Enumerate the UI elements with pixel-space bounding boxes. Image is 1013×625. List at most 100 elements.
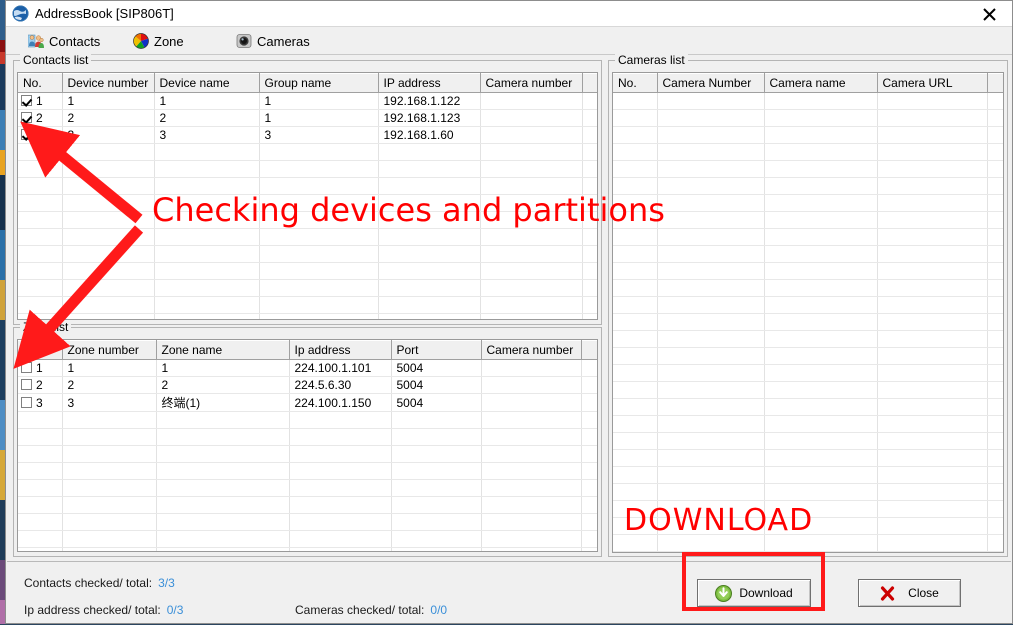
table-empty-row xyxy=(613,483,1003,501)
empty-cell xyxy=(62,262,155,280)
empty-cell xyxy=(613,109,658,127)
zone-col-zonenumber[interactable]: Zone number xyxy=(62,340,157,360)
table-header-row[interactable]: No. Camera Number Camera name Camera URL xyxy=(613,73,1003,93)
status-cameras-label: Cameras checked/ total: xyxy=(295,603,425,617)
empty-cell xyxy=(613,364,658,382)
empty-cell xyxy=(62,496,157,514)
empty-cell xyxy=(156,479,290,497)
empty-cell xyxy=(657,330,765,348)
cell-zone_name: 2 xyxy=(156,376,290,394)
empty-cell xyxy=(289,530,392,548)
empty-cell xyxy=(877,517,988,535)
empty-cell xyxy=(156,547,290,551)
empty-cell xyxy=(154,279,260,297)
empty-cell xyxy=(987,109,1003,127)
status-ip-label: Ip address checked/ total: xyxy=(24,603,161,617)
table-row[interactable]: 1 1 1 224.100.1.101 5004 xyxy=(18,359,597,377)
zone-col-zonename[interactable]: Zone name xyxy=(156,340,290,360)
row-checkbox[interactable] xyxy=(21,129,32,140)
empty-cell xyxy=(18,262,63,280)
table-empty-row xyxy=(613,398,1003,416)
contacts-col-devicenumber[interactable]: Device number xyxy=(62,73,155,93)
contacts-col-no[interactable]: No. xyxy=(18,73,63,93)
zone-table[interactable]: No. Zone number Zone name Ip address Port Cam… xyxy=(17,339,598,552)
zone-col-cameranumber[interactable]: Camera number xyxy=(481,340,582,360)
cameras-table[interactable]: No. Camera Number Camera name Camera URL xyxy=(612,72,1004,553)
empty-cell xyxy=(581,513,597,531)
table-header-row[interactable]: No. Zone number Zone name Ip address Port Cam… xyxy=(18,340,597,360)
toolbar-item-zone[interactable]: Zone xyxy=(133,29,184,53)
empty-cell xyxy=(259,313,379,319)
contacts-list-title: Contacts list xyxy=(20,53,92,67)
empty-cell xyxy=(289,547,392,551)
empty-cell xyxy=(480,143,583,161)
empty-cell xyxy=(62,177,155,195)
contacts-col-spacer[interactable] xyxy=(582,73,597,93)
row-checkbox-cell: 3 xyxy=(18,126,63,144)
cameras-col-cameraurl[interactable]: Camera URL xyxy=(877,73,988,93)
empty-cell xyxy=(378,160,481,178)
empty-cell xyxy=(764,177,878,195)
close-window-button[interactable] xyxy=(967,1,1012,26)
empty-cell xyxy=(156,445,290,463)
empty-cell xyxy=(657,432,765,450)
table-empty-row xyxy=(613,449,1003,467)
table-empty-row xyxy=(613,228,1003,246)
empty-cell xyxy=(481,462,582,480)
table-empty-row xyxy=(613,109,1003,127)
empty-cell xyxy=(877,483,988,501)
row-checkbox[interactable] xyxy=(21,362,32,373)
empty-cell xyxy=(480,228,583,246)
zone-color-wheel-icon xyxy=(133,33,149,49)
table-row[interactable]: 2 2 2 1 192.168.1.123 xyxy=(18,109,597,127)
contacts-col-ipaddress[interactable]: IP address xyxy=(378,73,481,93)
empty-cell xyxy=(613,432,658,450)
table-row[interactable]: 3 3 终端(1) 224.100.1.150 5004 xyxy=(18,393,597,412)
camera-icon xyxy=(236,33,252,49)
empty-cell xyxy=(877,313,988,331)
cell-ip_address: 224.100.1.101 xyxy=(289,359,392,377)
empty-cell xyxy=(657,126,765,144)
empty-cell xyxy=(613,279,658,297)
toolbar-item-cameras[interactable]: Cameras xyxy=(236,29,310,53)
table-empty-row xyxy=(613,364,1003,382)
contacts-col-groupname[interactable]: Group name xyxy=(259,73,379,93)
row-checkbox[interactable] xyxy=(21,95,32,106)
zone-list-title: Zone list xyxy=(20,320,72,334)
empty-cell xyxy=(18,177,63,195)
empty-cell xyxy=(987,415,1003,433)
empty-cell xyxy=(657,262,765,280)
row-checkbox[interactable] xyxy=(21,379,32,390)
table-row[interactable]: 3 3 3 3 192.168.1.60 xyxy=(18,126,597,144)
zone-col-no[interactable]: No. xyxy=(18,340,63,360)
cell-spacer xyxy=(581,359,597,377)
cameras-col-spacer[interactable] xyxy=(987,73,1003,93)
empty-cell xyxy=(613,381,658,399)
empty-cell xyxy=(613,245,658,263)
cameras-col-cameranumber[interactable]: Camera Number xyxy=(657,73,765,93)
zone-col-spacer[interactable] xyxy=(581,340,597,360)
table-empty-row xyxy=(18,160,597,178)
empty-cell xyxy=(18,479,63,497)
empty-cell xyxy=(657,228,765,246)
empty-cell xyxy=(987,483,1003,501)
close-button[interactable]: Close xyxy=(858,579,961,607)
table-row[interactable]: 1 1 1 1 192.168.1.122 xyxy=(18,92,597,110)
cell-camera_number xyxy=(480,126,583,144)
contacts-col-cameranumber[interactable]: Camera number xyxy=(480,73,583,93)
empty-cell xyxy=(987,177,1003,195)
zone-col-ipaddress[interactable]: Ip address xyxy=(289,340,392,360)
row-checkbox[interactable] xyxy=(21,396,32,408)
contacts-col-devicename[interactable]: Device name xyxy=(154,73,260,93)
cameras-col-cameraname[interactable]: Camera name xyxy=(764,73,878,93)
cell-camera_number xyxy=(481,376,582,394)
toolbar-item-contacts[interactable]: Contacts xyxy=(27,29,100,53)
row-checkbox[interactable] xyxy=(21,112,32,123)
table-row[interactable]: 2 2 2 224.5.6.30 5004 xyxy=(18,376,597,394)
empty-cell xyxy=(877,177,988,195)
table-header-row[interactable]: No. Device number Device name Group name IP … xyxy=(18,73,597,93)
table-empty-row xyxy=(613,126,1003,144)
empty-cell xyxy=(764,92,878,110)
cameras-col-no[interactable]: No. xyxy=(613,73,658,93)
zone-col-port[interactable]: Port xyxy=(391,340,482,360)
